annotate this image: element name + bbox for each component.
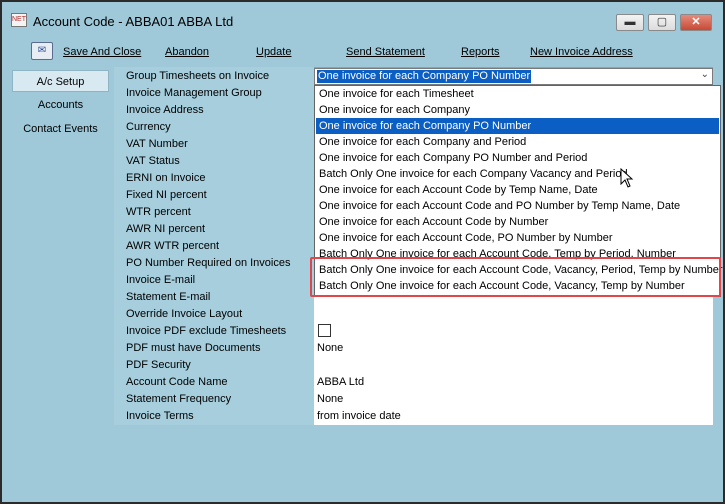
abandon-link[interactable]: Abandon	[165, 46, 209, 58]
new-invoice-address-link[interactable]: New Invoice Address	[530, 46, 633, 58]
bottom-strip	[114, 425, 713, 453]
close-button[interactable]: ✕	[680, 14, 712, 31]
sidebar-item-ac-setup[interactable]: A/c Setup	[12, 70, 109, 92]
app-icon: NET	[11, 13, 27, 27]
label-pdf-must-have-documents: PDF must have Documents	[126, 342, 261, 354]
label-invoice-pdf-exclude-timesheets: Invoice PDF exclude Timesheets	[126, 325, 287, 337]
dropdown-option[interactable]: One invoice for each Company and Period	[316, 134, 719, 150]
label-invoice-management-group: Invoice Management Group	[126, 87, 262, 99]
toolbar: ✉ Save And Close Abandon Update Send Sta…	[2, 40, 723, 64]
sidebar-item-accounts[interactable]: Accounts	[12, 94, 109, 116]
dropdown-option-selected[interactable]: One invoice for each Company PO Number	[316, 118, 719, 134]
label-fixed-ni-percent: Fixed NI percent	[126, 189, 207, 201]
dropdown-option[interactable]: One invoice for each Timesheet	[316, 86, 719, 102]
label-statement-email: Statement E-mail	[126, 291, 211, 303]
group-timesheets-select[interactable]: One invoice for each Company PO Number ⌄	[314, 68, 713, 85]
dropdown-option[interactable]: One invoice for each Account Code by Tem…	[316, 182, 719, 198]
label-awr-wtr-percent: AWR WTR percent	[126, 240, 220, 252]
dropdown-option[interactable]: One invoice for each Company	[316, 102, 719, 118]
save-close-icon[interactable]: ✉	[31, 42, 53, 60]
label-wtr-percent: WTR percent	[126, 206, 191, 218]
sidebar: A/c Setup Accounts Contact Events	[12, 70, 109, 433]
label-po-number-required: PO Number Required on Invoices	[126, 257, 291, 269]
label-erni-on-invoice: ERNI on Invoice	[126, 172, 206, 184]
save-and-close-link[interactable]: Save And Close	[63, 46, 141, 58]
dropdown-option[interactable]: One invoice for each Account Code and PO…	[316, 198, 719, 214]
dropdown-option[interactable]: One invoice for each Company PO Number a…	[316, 150, 719, 166]
send-statement-link[interactable]: Send Statement	[346, 46, 425, 58]
reports-link[interactable]: Reports	[461, 46, 500, 58]
label-invoice-address: Invoice Address	[126, 104, 204, 116]
minimize-button[interactable]: ▬	[616, 14, 644, 31]
dropdown-option[interactable]: One invoice for each Account Code, PO Nu…	[316, 230, 719, 246]
label-override-invoice-layout: Override Invoice Layout	[126, 308, 243, 320]
chevron-down-icon[interactable]: ⌄	[701, 69, 709, 80]
dropdown-option[interactable]: Batch Only One invoice for each Company …	[316, 166, 719, 182]
invoice-terms-value[interactable]: from invoice date	[317, 410, 401, 422]
pdf-must-have-documents-value[interactable]: None	[317, 342, 343, 354]
sidebar-item-contact-events[interactable]: Contact Events	[12, 118, 109, 140]
label-account-code-name: Account Code Name	[126, 376, 228, 388]
update-link[interactable]: Update	[256, 46, 291, 58]
label-pdf-security: PDF Security	[126, 359, 191, 371]
label-vat-number: VAT Number	[126, 138, 188, 150]
label-invoice-email: Invoice E-mail	[126, 274, 196, 286]
dropdown-option[interactable]: One invoice for each Account Code by Num…	[316, 214, 719, 230]
label-statement-frequency: Statement Frequency	[126, 393, 232, 405]
account-code-name-value[interactable]: ABBA Ltd	[317, 376, 364, 388]
group-timesheets-selected-value: One invoice for each Company PO Number	[317, 70, 532, 83]
maximize-button[interactable]: ▢	[648, 14, 676, 31]
label-awr-ni-percent: AWR NI percent	[126, 223, 206, 235]
title-bar: NET Account Code - ABBA01 ABBA Ltd ▬ ▢ ✕	[2, 2, 723, 34]
label-group-timesheets: Group Timesheets on Invoice	[126, 70, 270, 82]
statement-frequency-value[interactable]: None	[317, 393, 343, 405]
label-invoice-terms: Invoice Terms	[126, 410, 194, 422]
window-title: Account Code - ABBA01 ABBA Ltd	[33, 14, 234, 29]
mouse-pointer-icon	[620, 168, 634, 188]
label-vat-status: VAT Status	[126, 155, 180, 167]
label-currency: Currency	[126, 121, 171, 133]
invoice-pdf-exclude-timesheets-checkbox[interactable]	[318, 324, 331, 337]
annotation-highlight-box	[310, 257, 721, 297]
